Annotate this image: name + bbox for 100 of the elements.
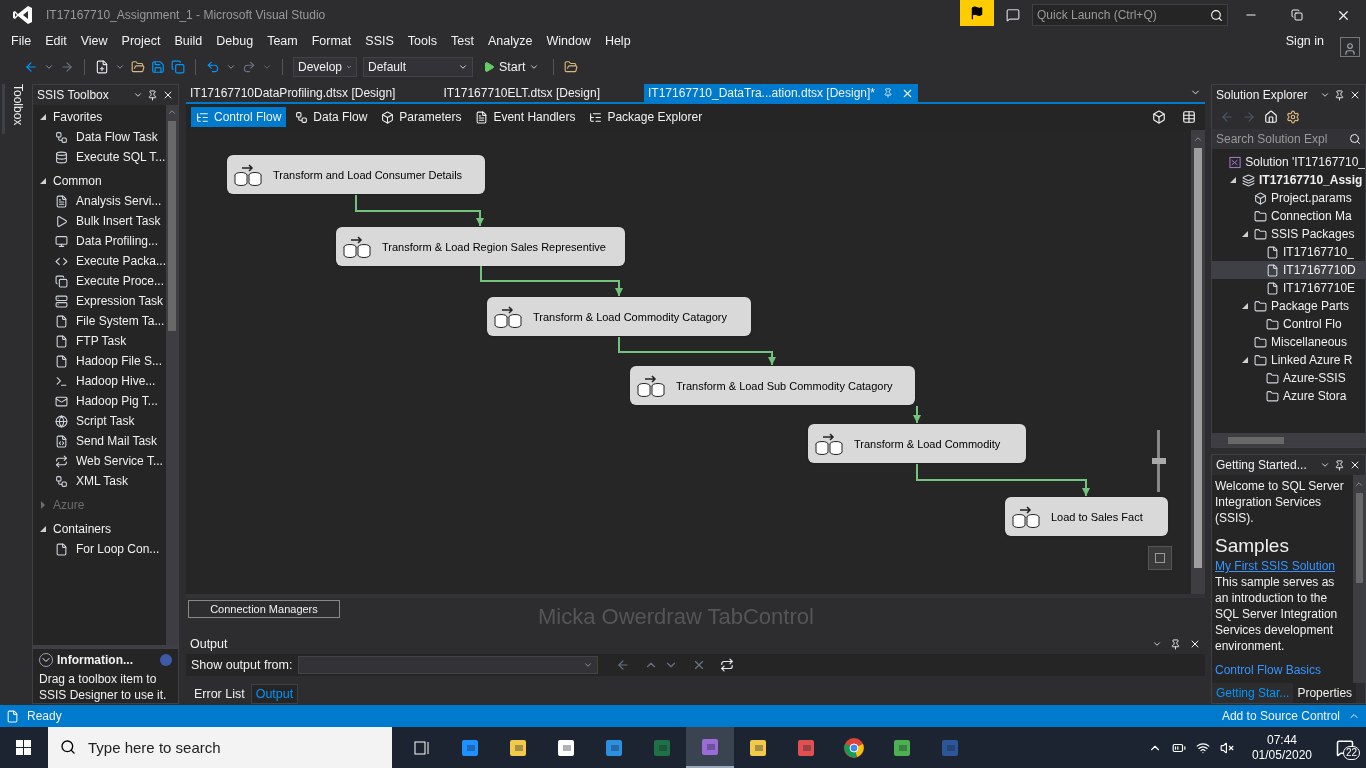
taskbar-search-field[interactable]: Type here to search <box>48 727 392 768</box>
platform-dropdown[interactable]: Default <box>363 57 473 78</box>
clock[interactable]: 07:44 01/05/2020 <box>1251 732 1312 763</box>
toolbox-item[interactable]: Data Flow Task <box>32 127 166 148</box>
menu-item[interactable]: Team <box>260 31 305 51</box>
designer-tab[interactable]: Data Flow <box>290 107 373 128</box>
basics-link[interactable]: Control Flow Basics <box>1215 662 1350 679</box>
toolbox-item[interactable]: FTP Task <box>32 331 166 352</box>
task-node[interactable]: Transform & Load Region Sales Representive <box>335 227 625 267</box>
task-node[interactable]: Transform & Load Commodity Catagory <box>486 297 751 337</box>
task-node[interactable]: Load to Sales Fact <box>1004 497 1168 537</box>
menu-item[interactable]: Help <box>597 31 638 51</box>
sign-in-link[interactable]: Sign in <box>1285 31 1324 51</box>
sync-icon[interactable] <box>1286 110 1300 125</box>
task-node[interactable]: Transform & Load Sub Commodity Catagory <box>629 366 915 406</box>
tree-item[interactable]: Project.params <box>1212 189 1365 208</box>
menu-item[interactable]: Analyze <box>480 31 540 51</box>
designer-tab[interactable]: Parameters <box>376 107 467 128</box>
feedback-button[interactable] <box>960 0 994 26</box>
connection-managers-tab[interactable]: Connection Managers <box>187 600 340 619</box>
tree-item[interactable]: Package Parts <box>1212 297 1365 316</box>
tree-item[interactable]: Connection Ma <box>1212 207 1365 226</box>
task-node[interactable]: Transform and Load Consumer Details <box>226 155 485 195</box>
designer-tab[interactable]: Event Handlers <box>470 107 581 128</box>
precedence-arrow[interactable] <box>617 336 776 367</box>
pin-icon[interactable] <box>146 89 158 101</box>
new-project-icon[interactable] <box>95 60 109 75</box>
menu-item[interactable]: Debug <box>209 31 261 51</box>
expanded-triangle-icon[interactable] <box>1241 230 1249 239</box>
pin-icon[interactable] <box>1170 638 1181 650</box>
tree-item[interactable]: SSIS Packages <box>1212 225 1365 244</box>
redo-icon[interactable] <box>242 60 256 75</box>
expanded-triangle-icon[interactable] <box>1241 356 1249 365</box>
toolbox-item[interactable]: Send Mail Task <box>32 431 166 452</box>
menu-item[interactable]: Build <box>167 31 210 51</box>
zoom-fit-button[interactable] <box>1147 546 1172 571</box>
menu-item[interactable]: Window <box>539 31 598 51</box>
panel-tab[interactable]: Getting Star... <box>1212 683 1294 704</box>
toolbox-item[interactable]: Hadoop Pig T... <box>32 391 166 412</box>
tree-item[interactable]: Miscellaneous <box>1212 333 1365 352</box>
scrollbar[interactable] <box>1191 130 1205 595</box>
precedence-arrow[interactable] <box>354 194 484 228</box>
toolbox-item[interactable]: Bulk Insert Task <box>32 211 166 232</box>
scrollbar[interactable] <box>1353 475 1365 684</box>
home-icon[interactable] <box>1264 110 1278 125</box>
tree-item[interactable]: IT17167710_Assig <box>1212 171 1365 190</box>
quick-launch-field[interactable]: Quick Launch (Ctrl+Q) <box>1032 4 1228 26</box>
precedence-arrow[interactable] <box>479 265 623 298</box>
tree-item[interactable]: IT17167710_ <box>1212 243 1365 262</box>
variables-icon[interactable] <box>1152 110 1166 125</box>
account-avatar[interactable] <box>1340 37 1360 57</box>
save-all-icon[interactable] <box>171 60 185 75</box>
pin-icon[interactable] <box>1334 89 1345 101</box>
start-button[interactable]: Start <box>479 57 544 77</box>
panel-tab[interactable]: Output <box>250 684 299 705</box>
toolbox-item[interactable]: Data Profiling... <box>32 231 166 252</box>
find-in-folder-icon[interactable] <box>564 60 579 75</box>
document-tab[interactable]: IT17167710ELT.dtsx [Design] <box>439 84 604 103</box>
menu-item[interactable]: SSIS <box>358 31 401 51</box>
menu-item[interactable]: Format <box>304 31 359 51</box>
toolbox-item[interactable]: Execute Proce... <box>32 271 166 292</box>
open-folder-icon[interactable] <box>131 60 145 75</box>
horizontal-scrollbar[interactable] <box>1212 433 1365 448</box>
toolbox-item[interactable]: File System Ta... <box>32 311 166 332</box>
toolbox-item[interactable]: For Loop Con... <box>32 539 166 560</box>
menu-item[interactable]: Test <box>444 31 481 51</box>
pin-icon[interactable] <box>1334 459 1345 471</box>
designer-tab[interactable]: Package Explorer <box>584 107 708 128</box>
menu-item[interactable]: Tools <box>400 31 444 51</box>
toolbox-item[interactable]: Expression Task <box>32 291 166 312</box>
toolbox-group-header[interactable]: Favorites <box>32 107 166 128</box>
document-tab[interactable]: IT17167710DataProfiling.dtsx [Design] <box>185 84 400 103</box>
word-wrap-icon[interactable] <box>720 658 735 673</box>
expanded-triangle-icon[interactable] <box>38 525 47 534</box>
menu-item[interactable]: Project <box>114 31 168 51</box>
menu-item[interactable]: Edit <box>38 31 74 51</box>
expanded-triangle-icon[interactable] <box>38 177 47 186</box>
feedback-icon[interactable] <box>1006 8 1020 22</box>
volume-muted-icon[interactable] <box>1219 740 1234 755</box>
menu-item[interactable]: View <box>73 31 115 51</box>
toolbox-item[interactable]: Hadoop File S... <box>32 351 166 372</box>
toolbox-item[interactable]: Analysis Servi... <box>32 191 166 212</box>
configuration-dropdown[interactable]: Develop <box>293 57 357 78</box>
tree-item[interactable]: Azure Stora <box>1212 387 1365 406</box>
grid-icon[interactable] <box>1182 110 1196 125</box>
notification-button[interactable]: 22 <box>1330 735 1360 760</box>
search-field[interactable]: Search Solution Expl <box>1212 129 1365 150</box>
sample-link[interactable]: My First SSIS Solution <box>1215 559 1336 574</box>
tree-item[interactable]: IT17167710D <box>1212 261 1365 280</box>
toolbox-item[interactable]: Execute SQL T... <box>32 147 166 168</box>
toolbox-side-tab[interactable]: Toolbox <box>2 84 28 135</box>
source-control-button[interactable]: Add to Source Control <box>1221 707 1340 726</box>
menu-item[interactable]: File <box>4 31 39 51</box>
tree-item[interactable]: Azure-SSIS <box>1212 369 1365 388</box>
toolbox-group-header[interactable]: Common <box>32 171 166 192</box>
save-icon[interactable] <box>151 60 165 75</box>
toolbox-item[interactable]: XML Task <box>32 471 166 492</box>
expanded-triangle-icon[interactable] <box>1241 302 1249 311</box>
toolbox-item[interactable]: Hadoop Hive... <box>32 371 166 392</box>
precedence-arrow[interactable] <box>915 463 1090 498</box>
